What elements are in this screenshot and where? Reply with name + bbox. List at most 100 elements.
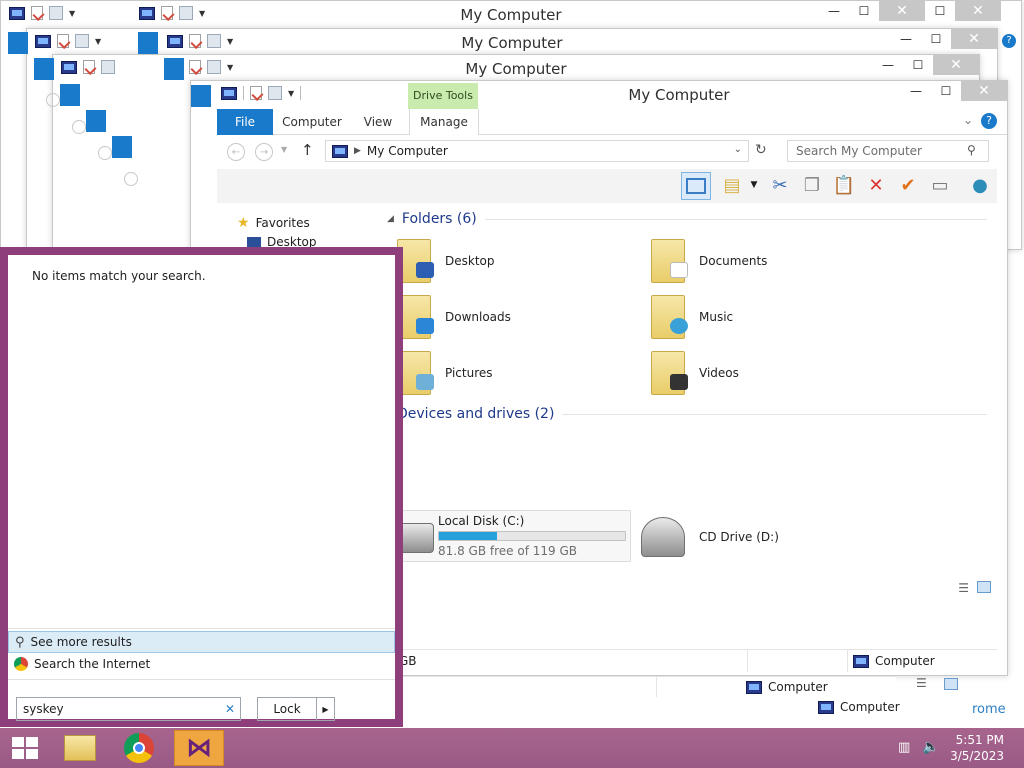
chevron-right-icon[interactable]: ▶ [316, 698, 334, 720]
file-tab-fragment[interactable] [138, 32, 158, 54]
help-icon[interactable]: ? [1002, 34, 1016, 48]
window-controls: — ☐ ✕ [873, 55, 979, 75]
file-tab-fragment[interactable] [191, 85, 211, 107]
details-view-icon[interactable]: ☰ [916, 676, 927, 690]
start-search-input[interactable]: syskey [16, 697, 241, 721]
see-more-results-link[interactable]: ⚲ See more results [8, 631, 395, 653]
lock-label: Lock [273, 702, 301, 716]
windows-logo-icon [12, 737, 38, 759]
large-icons-view-icon[interactable] [977, 581, 991, 593]
tab-view[interactable]: View [353, 109, 403, 135]
drive-local-disk-c[interactable]: Local Disk (C:) 81.8 GB free of 119 GB [387, 510, 631, 562]
back-icon[interactable] [72, 120, 86, 134]
preview-pane-icon[interactable] [681, 172, 711, 200]
network-icon[interactable]: ▥ [898, 740, 910, 755]
close-icon[interactable]: ✕ [879, 1, 925, 21]
up-icon[interactable]: ↑ [301, 141, 314, 159]
folder-downloads[interactable]: Downloads [397, 293, 597, 341]
clear-icon[interactable]: ✕ [225, 702, 235, 716]
lock-button[interactable]: Lock ▶ [257, 697, 335, 721]
group-title: Devices and drives (2) [397, 406, 555, 422]
forward-icon[interactable]: → [255, 143, 273, 161]
minimize-icon[interactable]: — [891, 29, 921, 49]
chevron-right-icon[interactable]: ▶ [354, 146, 361, 156]
clock[interactable]: 5:51 PM 3/5/2023 [950, 732, 1004, 764]
close-icon[interactable]: ✕ [961, 81, 1007, 101]
folder-videos[interactable]: Videos [651, 349, 851, 397]
help-icon[interactable]: ? [981, 113, 997, 129]
folder-documents[interactable]: Documents [651, 237, 851, 285]
minimize-icon[interactable]: — [901, 81, 931, 101]
folder-desktop[interactable]: Desktop [397, 237, 597, 285]
back-icon[interactable] [46, 93, 60, 107]
maximize-icon[interactable]: ☐ [925, 1, 955, 21]
paste-icon[interactable]: 📋 [833, 174, 855, 196]
taskbar-chrome[interactable] [114, 730, 164, 766]
background-window-text: rome [972, 702, 1006, 717]
back-icon[interactable] [98, 146, 112, 160]
file-tab-fragment[interactable] [8, 32, 28, 54]
search-input[interactable]: Search My Computer [787, 140, 989, 162]
drive-cd-d[interactable]: CD Drive (D:) [641, 513, 861, 561]
close-icon[interactable]: ✕ [933, 55, 979, 75]
folder-label: Music [699, 310, 734, 324]
new-folder-icon[interactable] [268, 86, 282, 100]
file-tab-fragment[interactable] [112, 136, 132, 158]
close-icon[interactable]: ✕ [955, 1, 1001, 21]
back-icon[interactable] [124, 172, 138, 186]
minimize-icon[interactable]: — [819, 1, 849, 21]
delete-icon[interactable]: ✕ [865, 174, 887, 196]
folder-label: Pictures [445, 366, 493, 380]
tab-computer[interactable]: Computer [277, 109, 347, 135]
minimize-icon[interactable]: — [873, 55, 903, 75]
ribbon-expand-icon[interactable]: ⌄ [963, 113, 973, 127]
back-icon[interactable]: ← [227, 143, 245, 161]
folder-music[interactable]: Music [651, 293, 851, 341]
drive-usage-fill [439, 532, 497, 540]
folder-label: Videos [699, 366, 739, 380]
rename-icon[interactable]: ▭ [929, 174, 951, 196]
cut-icon[interactable]: ✂ [769, 174, 791, 196]
globe-icon[interactable]: ● [969, 174, 991, 196]
status-right-text: Computer [875, 654, 935, 668]
recent-locations-icon[interactable]: ▼ [281, 145, 287, 154]
chrome-icon [124, 733, 154, 763]
folders-group-header[interactable]: ◢ Folders (6) [387, 211, 987, 227]
folder-pictures[interactable]: Pictures [397, 349, 597, 397]
maximize-icon[interactable]: ☐ [903, 55, 933, 75]
file-tab-fragment[interactable] [34, 58, 54, 80]
large-icons-view-icon[interactable] [944, 678, 958, 690]
checkmark-icon[interactable]: ✔ [897, 174, 919, 196]
search-icon[interactable]: ⚲ [967, 143, 976, 157]
nav-item-favorites[interactable]: ★ Favorites [237, 215, 310, 231]
search-internet-link[interactable]: Search the Internet [8, 653, 395, 675]
divider [562, 413, 987, 415]
file-tab-fragment[interactable] [60, 84, 80, 106]
tab-manage[interactable]: Manage [409, 109, 479, 135]
collapse-icon[interactable]: ◢ [387, 214, 394, 224]
status-zone: Computer [853, 654, 935, 668]
file-tab-fragment[interactable] [86, 110, 106, 132]
taskbar-file-explorer[interactable] [55, 730, 105, 766]
devices-group-header[interactable]: Devices and drives (2) [397, 406, 987, 422]
maximize-icon[interactable]: ☐ [921, 29, 951, 49]
maximize-icon[interactable]: ☐ [849, 1, 879, 21]
details-view-icon[interactable]: ☰ [958, 581, 969, 595]
folder-label: Downloads [445, 310, 511, 324]
start-button[interactable] [0, 730, 50, 766]
copy-icon[interactable]: ❐ [801, 174, 823, 196]
refresh-icon[interactable]: ↻ [755, 142, 767, 158]
taskbar-visual-studio[interactable]: ⋈ [174, 730, 224, 766]
folder-options-icon[interactable]: ▤ [721, 174, 743, 196]
tab-file[interactable]: File [217, 109, 273, 135]
properties-icon[interactable] [250, 86, 262, 100]
chevron-down-icon[interactable]: ▼ [288, 89, 294, 98]
star-icon: ★ [237, 215, 250, 231]
close-icon[interactable]: ✕ [951, 29, 997, 49]
maximize-icon[interactable]: ☐ [931, 81, 961, 101]
file-tab-fragment[interactable] [164, 58, 184, 80]
volume-icon[interactable]: 🔈 [922, 739, 939, 755]
address-bar[interactable]: ▶ My Computer ⌄ [325, 140, 749, 162]
chevron-down-icon[interactable]: ⌄ [734, 144, 742, 155]
chevron-down-icon[interactable]: ▼ [743, 174, 765, 196]
